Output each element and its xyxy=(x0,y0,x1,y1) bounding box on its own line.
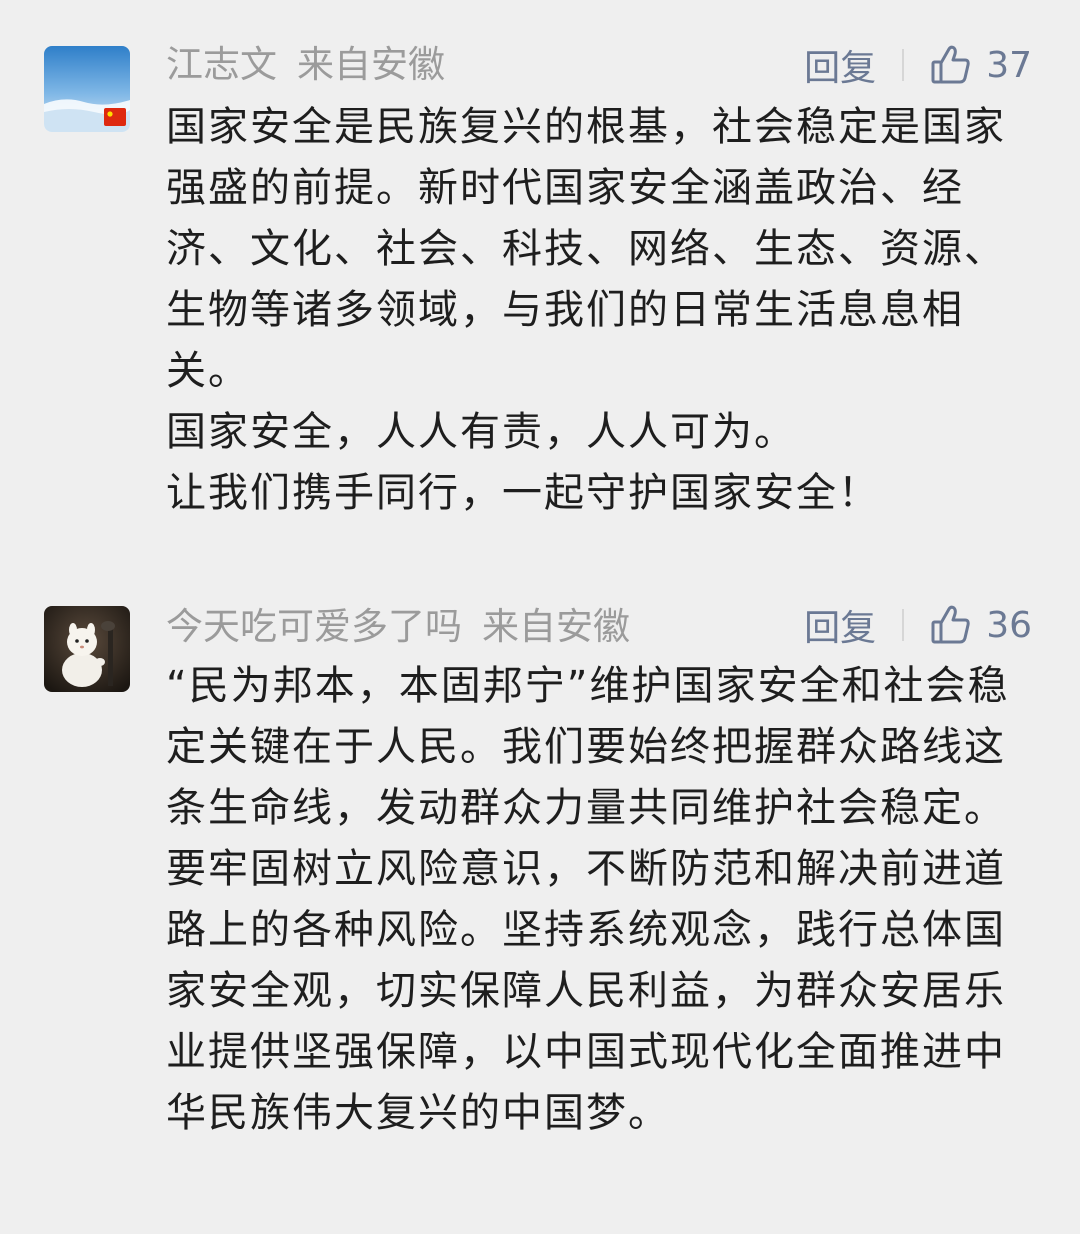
like-button[interactable]: 36 xyxy=(930,604,1032,646)
comment-paragraph: 让我们携手同行，一起守护国家安全！ xyxy=(166,470,880,516)
reply-button[interactable]: 回复 xyxy=(804,39,876,91)
like-count: 37 xyxy=(986,44,1032,86)
divider xyxy=(902,49,905,81)
comment-list: 江志文 来自安徽 回复 37 国家安全是民族复兴的根基，社会稳定是国家强盛的前提。… xyxy=(0,0,1080,1234)
comment-body: “民为邦本，本固邦宁”维护国家安全和社会稳定关键在于人民。我们要始终把握群众路线… xyxy=(166,656,1011,1144)
reply-button[interactable]: 回复 xyxy=(804,599,876,651)
divider xyxy=(902,609,905,641)
comment-meta: 今天吃可爱多了吗 来自安徽 xyxy=(166,602,630,652)
author-name[interactable]: 今天吃可爱多了吗 xyxy=(166,605,462,648)
location-label: 来自安徽 xyxy=(482,605,630,648)
comment-paragraph: 国家安全，人人有责，人人可为。 xyxy=(166,409,796,455)
comment-paragraph: 国家安全是民族复兴的根基，社会稳定是国家强盛的前提。新时代国家安全涵盖政治、经济… xyxy=(166,104,1006,394)
comment-body: 国家安全是民族复兴的根基，社会稳定是国家强盛的前提。新时代国家安全涵盖政治、经济… xyxy=(166,97,1011,524)
like-button[interactable]: 37 xyxy=(930,44,1032,86)
avatar[interactable] xyxy=(44,606,130,692)
location-label: 来自安徽 xyxy=(297,43,445,86)
comment-meta: 江志文 来自安徽 xyxy=(166,40,445,90)
thumbs-up-icon xyxy=(931,45,970,84)
like-count: 36 xyxy=(986,604,1032,646)
avatar[interactable] xyxy=(44,46,130,132)
author-name[interactable]: 江志文 xyxy=(166,43,277,86)
comment-actions: 回复 37 xyxy=(804,40,1032,90)
snowman-avatar-icon xyxy=(44,606,130,692)
comment-paragraph: “民为邦本，本固邦宁”维护国家安全和社会稳定关键在于人民。我们要始终把握群众路线… xyxy=(166,663,1010,1136)
landscape-avatar-icon xyxy=(44,46,130,132)
comment-actions: 回复 36 xyxy=(804,600,1032,650)
china-flag-badge-icon xyxy=(104,108,126,126)
thumbs-up-icon xyxy=(931,605,970,644)
